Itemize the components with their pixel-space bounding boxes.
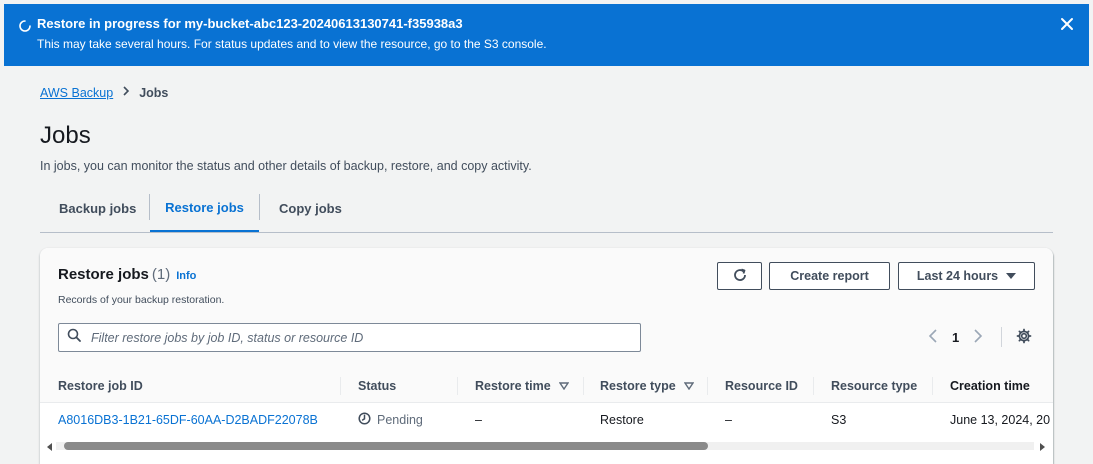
loading-spinner-icon [18,19,31,32]
tab-copy-jobs[interactable]: Copy jobs [279,185,342,232]
table-row: A8016DB3-1B21-65DF-60AA-D2BADF22078B Pen… [40,403,1053,437]
page-number[interactable]: 1 [952,330,959,345]
container-title: Restore jobs (1) Info [58,266,196,283]
restore-jobs-container: Restore jobs (1) Info Records of your back… [40,248,1053,464]
search-icon [67,328,81,347]
column-header-restore-type[interactable]: Restore type [600,368,695,403]
container-title-text: Restore jobs [58,266,149,283]
flash-notification: Restore in progress for my-bucket-abc123… [4,4,1089,66]
table-header: Restore job ID Status Restore time Resto… [40,368,1053,403]
tab-list: Backup jobs Restore jobs Copy jobs [40,185,1053,233]
column-header-label: Restore type [600,378,676,393]
info-link[interactable]: Info [176,270,196,282]
breadcrumb: AWS Backup Jobs [40,85,168,100]
resource-id-cell: – [725,413,732,427]
restore-time-cell: – [475,413,482,427]
column-divider [932,377,933,395]
column-divider [813,377,814,395]
breadcrumb-current: Jobs [139,85,169,100]
tab-backup-jobs[interactable]: Backup jobs [59,185,136,232]
tab-divider [259,194,260,220]
column-header-resource-id[interactable]: Resource ID [725,368,798,403]
gear-icon[interactable] [1016,328,1032,347]
column-divider [707,377,708,395]
refresh-icon [732,267,748,286]
close-icon[interactable] [1059,16,1075,32]
chevron-right-icon[interactable] [973,328,983,347]
pagination-divider [1001,327,1003,347]
flash-description: This may take several hours. For status … [37,37,547,51]
column-header-resource-type[interactable]: Resource type [831,368,917,403]
column-divider [340,377,341,395]
pagination: 1 [928,327,1032,347]
column-header-restore-job-id[interactable]: Restore job ID [58,368,143,403]
column-divider [457,377,458,395]
column-header-creation-time[interactable]: Creation time [950,368,1030,403]
flash-title: Restore in progress for my-bucket-abc123… [37,16,463,31]
create-report-button[interactable]: Create report [769,262,890,290]
column-header-status[interactable]: Status [358,368,396,403]
sort-icon [558,379,570,393]
refresh-button[interactable] [717,262,762,290]
filter-search [58,323,641,352]
page-description: In jobs, you can monitor the status and … [40,159,532,173]
restore-job-id-link[interactable]: A8016DB3-1B21-65DF-60AA-D2BADF22078B [58,403,318,437]
clock-icon [358,412,371,428]
time-range-dropdown[interactable]: Last 24 hours [898,262,1035,290]
chevron-right-icon [121,85,131,100]
status-text: Pending [377,413,423,427]
column-divider [583,377,584,395]
status-cell: Pending [358,403,423,437]
scrollbar-thumb[interactable] [64,442,708,450]
filter-input[interactable] [89,329,640,346]
scroll-left-arrow-icon[interactable] [46,440,54,452]
sort-icon [683,379,695,393]
breadcrumb-link-aws-backup[interactable]: AWS Backup [40,86,113,100]
time-range-label: Last 24 hours [916,269,999,283]
container-description: Records of your backup restoration. [58,294,225,306]
chevron-left-icon[interactable] [928,328,938,347]
creation-time-cell: June 13, 2024, 20 [950,413,1051,427]
tab-restore-jobs[interactable]: Restore jobs [150,185,259,232]
horizontal-scrollbar[interactable] [46,440,1046,452]
item-count: (1) [151,266,171,283]
caret-down-icon [1006,269,1017,283]
column-header-label: Restore time [475,378,551,393]
restore-type-cell: Restore [600,413,644,427]
column-header-restore-time[interactable]: Restore time [475,368,570,403]
resource-type-cell: S3 [831,413,847,427]
scroll-right-arrow-icon[interactable] [1038,440,1046,452]
page-title: Jobs [40,122,91,149]
